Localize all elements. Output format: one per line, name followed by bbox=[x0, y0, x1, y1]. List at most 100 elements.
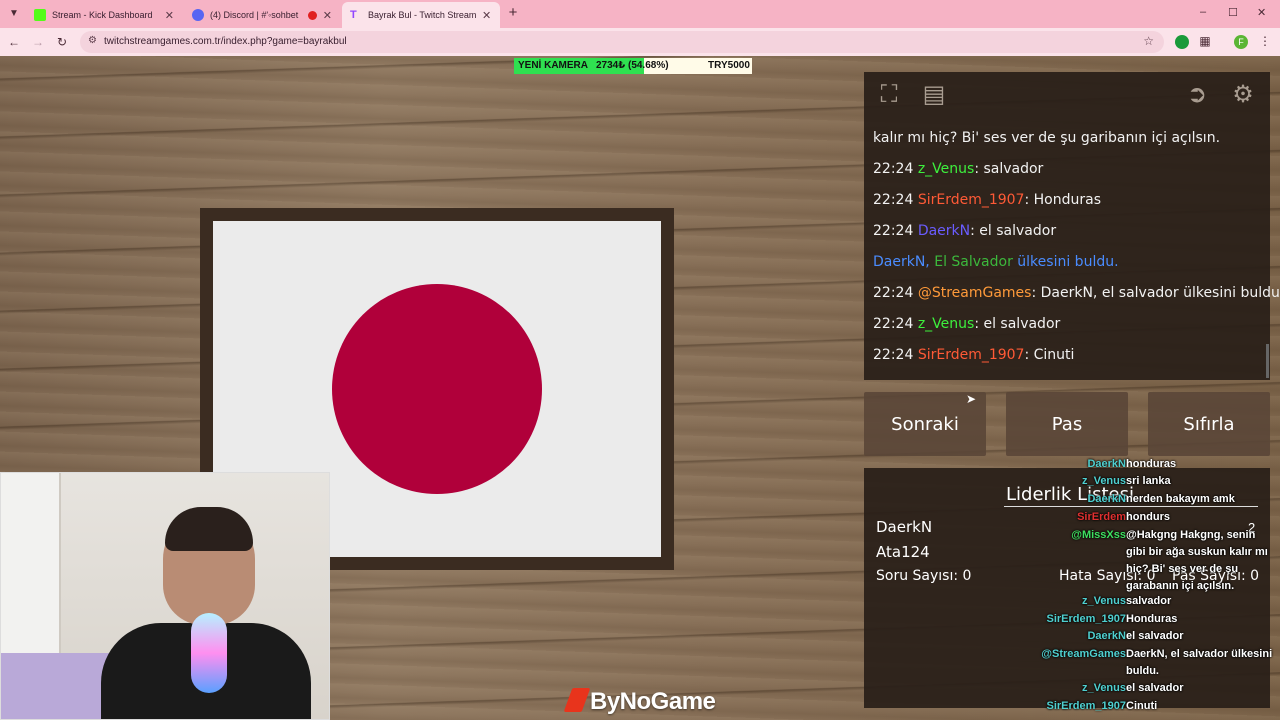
overlay-text: Cinuti bbox=[1126, 700, 1158, 712]
chat-time: 22:24 bbox=[873, 223, 914, 239]
game-panel: ⛶ ▤ ➲ ⚙ kalır mı hiç? Bi' ses ver de şu … bbox=[864, 72, 1280, 380]
overlay-user: @MissXss bbox=[1071, 529, 1126, 541]
overlay-text: hondurs bbox=[1126, 511, 1170, 523]
url-text[interactable]: twitchstreamgames.com.tr/index.php?game=… bbox=[104, 36, 347, 47]
overlay-user: SirErdem bbox=[1077, 511, 1126, 523]
forward-icon[interactable]: → bbox=[30, 34, 46, 50]
overlay-user: z_Venus bbox=[1081, 475, 1126, 487]
reset-button[interactable]: Sıfırla bbox=[1148, 392, 1270, 456]
chat-scrollbar[interactable] bbox=[1266, 344, 1269, 378]
chat-user: DaerkN, bbox=[873, 254, 930, 270]
chat-text: : el salvador bbox=[974, 316, 1061, 332]
tab-bayrak-bul[interactable]: T Bayrak Bul - Twitch Stream Gam ✕ bbox=[342, 2, 500, 28]
maximize-button[interactable]: ☐ bbox=[1228, 6, 1238, 19]
reload-icon[interactable]: ↻ bbox=[54, 34, 70, 50]
extensions-puzzle-icon[interactable]: ▦ bbox=[1198, 34, 1212, 48]
overlay-user: @StreamGames bbox=[1041, 648, 1126, 660]
bynogame-logo: ByNoGame bbox=[563, 688, 716, 716]
chat-country: El Salvador bbox=[934, 254, 1013, 270]
tab-label: (4) Discord | #'◦sohbet bbox=[210, 10, 299, 20]
goal-label: YENİ KAMERA bbox=[518, 60, 589, 71]
exit-icon[interactable]: ➲ bbox=[1182, 80, 1212, 110]
chat-line-found: DaerkN, El Salvador ülkesini buldu. bbox=[873, 254, 1263, 285]
profile-avatar[interactable]: F bbox=[1234, 35, 1248, 49]
chat-user: z_Venus bbox=[917, 161, 975, 177]
chat-text: : Honduras bbox=[1024, 192, 1101, 208]
minimize-button[interactable]: – bbox=[1200, 6, 1206, 18]
brand-text: ByNoGame bbox=[590, 688, 716, 715]
webcam-microphone bbox=[191, 613, 227, 693]
pass-button[interactable]: Pas bbox=[1006, 392, 1128, 456]
chat-text: : Cinuti bbox=[1024, 347, 1075, 363]
overlay-user: DaerkN bbox=[1087, 493, 1126, 505]
webcam-bed bbox=[1, 653, 111, 719]
close-icon[interactable]: ✕ bbox=[323, 9, 332, 22]
tab-label: Stream - Kick Dashboard bbox=[52, 10, 153, 20]
chat-line: 22:24 SirErdem_1907: Honduras bbox=[873, 192, 1263, 223]
document-icon[interactable]: ▤ bbox=[919, 80, 949, 110]
chat-user: SirErdem_1907 bbox=[917, 192, 1025, 208]
overlay-text: salvador bbox=[1126, 595, 1172, 607]
fullscreen-icon[interactable]: ⛶ bbox=[874, 80, 904, 110]
chat-time: 22:24 bbox=[873, 285, 914, 301]
chat-user: DaerkN bbox=[917, 223, 971, 239]
chat-user: z_Venus bbox=[917, 316, 975, 332]
overlay-user: SirErdem_1907 bbox=[1046, 613, 1127, 625]
extension-icon[interactable] bbox=[1175, 35, 1189, 49]
menu-kebab-icon[interactable]: ⋮ bbox=[1259, 34, 1271, 48]
game-chat-log: kalır mı hiç? Bi' ses ver de şu garibanı… bbox=[873, 130, 1280, 378]
chat-line: 22:24 @StreamGames: DaerkN, el salvador … bbox=[873, 285, 1280, 316]
overlay-text: honduras bbox=[1126, 458, 1177, 470]
chat-line: kalır mı hiç? Bi' ses ver de şu garibanı… bbox=[873, 130, 1263, 161]
webcam-overlay bbox=[0, 472, 330, 720]
overlay-text: el salvador bbox=[1126, 682, 1184, 694]
tab-kick-dashboard[interactable]: Stream - Kick Dashboard ✕ bbox=[26, 2, 182, 28]
tab-label: Bayrak Bul - Twitch Stream Gam bbox=[368, 10, 476, 20]
chat-text: kalır mı hiç? Bi' ses ver de şu garibanı… bbox=[873, 130, 1221, 146]
close-icon[interactable]: ✕ bbox=[482, 9, 491, 22]
tab-discord[interactable]: (4) Discord | #'◦sohbet ✕ bbox=[184, 2, 340, 28]
webcam-person-hair bbox=[165, 507, 253, 551]
donation-goal-bar: YENİ KAMERA 2734₺ (54.68%) TRY5000 bbox=[514, 58, 752, 74]
browser-toolbar: ← → ↻ ⚙ twitchstreamgames.com.tr/index.p… bbox=[0, 28, 1280, 56]
tab-strip: ▼ Stream - Kick Dashboard ✕ (4) Discord … bbox=[0, 0, 1280, 28]
overlay-user: DaerkN bbox=[1087, 630, 1126, 642]
overlay-text: nerden bakayım amk bbox=[1126, 493, 1235, 505]
goal-target: TRY5000 bbox=[708, 60, 750, 71]
tab-search-button[interactable]: ▼ bbox=[4, 4, 24, 24]
twitchstreamgames-icon: T bbox=[350, 9, 357, 21]
chat-time: 22:24 bbox=[873, 161, 914, 177]
mouse-cursor-icon: ➤ bbox=[966, 392, 977, 406]
overlay-text: el salvador bbox=[1126, 630, 1184, 642]
recording-icon bbox=[307, 10, 317, 20]
chat-text: ülkesini buldu. bbox=[1017, 254, 1119, 270]
close-window-button[interactable]: ✕ bbox=[1257, 6, 1266, 19]
chat-time: 22:24 bbox=[873, 192, 914, 208]
overlay-user: z_Venus bbox=[1081, 682, 1126, 694]
overlay-text: DaerkN, el salvador ülkesini buldu. bbox=[1126, 648, 1273, 677]
new-tab-button[interactable]: + bbox=[504, 4, 522, 22]
leaderboard-player: Ata124 bbox=[876, 543, 930, 561]
stream-chat-overlay: DaerkN honduras z_Venus sri lanka DaerkN… bbox=[1030, 456, 1280, 720]
back-icon[interactable]: ← bbox=[6, 34, 22, 50]
chat-line: 22:24 SirErdem_1907: Cinuti bbox=[873, 347, 1263, 378]
overlay-text: Honduras bbox=[1126, 613, 1178, 625]
chat-time: 22:24 bbox=[873, 316, 914, 332]
bookmark-star-icon[interactable]: ☆ bbox=[1143, 34, 1154, 48]
chat-user: SirErdem_1907 bbox=[917, 347, 1025, 363]
gear-icon[interactable]: ⚙ bbox=[1228, 80, 1258, 110]
chat-line: 22:24 z_Venus: el salvador bbox=[873, 316, 1263, 347]
discord-icon bbox=[192, 9, 204, 21]
overlay-user: z_Venus bbox=[1081, 595, 1126, 607]
goal-amount: 2734₺ (54.68%) bbox=[596, 60, 669, 71]
chat-text: : salvador bbox=[974, 161, 1044, 177]
panel-icon-bar: ⛶ ▤ ➲ ⚙ bbox=[864, 72, 1270, 118]
kick-icon bbox=[34, 9, 46, 21]
site-info-icon[interactable]: ⚙ bbox=[88, 35, 97, 46]
question-count: Soru Sayısı: 0 bbox=[876, 568, 972, 584]
address-bar[interactable]: ⚙ twitchstreamgames.com.tr/index.php?gam… bbox=[80, 31, 1164, 53]
leaderboard-player: DaerkN bbox=[876, 518, 933, 536]
chat-text: : DaerkN, el salvador ülkesini buldu. bbox=[1031, 285, 1280, 301]
close-icon[interactable]: ✕ bbox=[165, 9, 174, 22]
overlay-user: SirErdem_1907 bbox=[1046, 700, 1127, 712]
